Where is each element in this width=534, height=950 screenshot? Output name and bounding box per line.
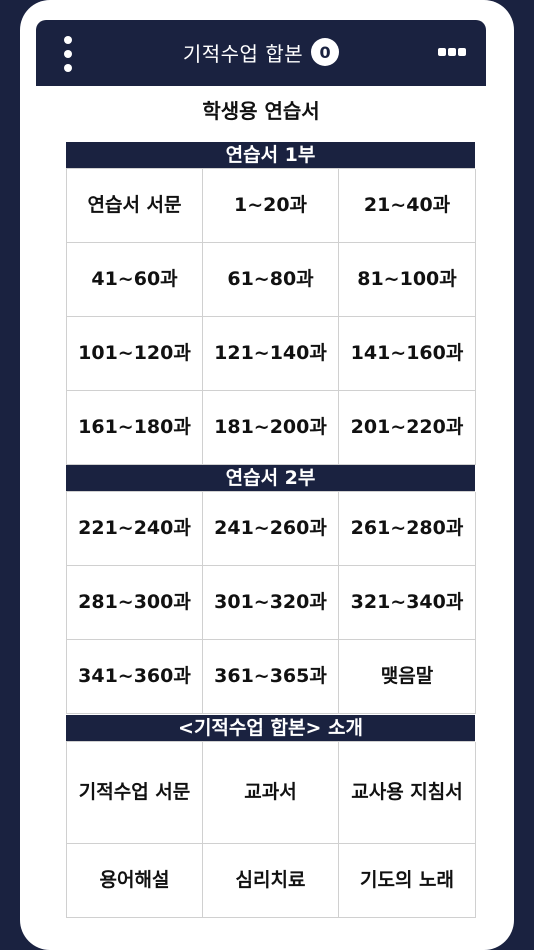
lesson-link[interactable]: 201~220과 [339, 391, 476, 465]
intro-link[interactable]: 기적수업 서문 [67, 742, 203, 844]
section-header-part-2: 연습서 2부 [66, 465, 475, 491]
section-header-part-1: 연습서 1부 [66, 142, 475, 168]
lesson-link[interactable]: 맺음말 [339, 640, 476, 714]
lesson-link[interactable]: 221~240과 [67, 492, 203, 566]
lesson-link[interactable]: 161~180과 [67, 391, 203, 465]
top-bar: 기적수업 합본 0 [36, 20, 486, 86]
intro-link[interactable]: 용어해설 [67, 844, 203, 918]
intro-link[interactable]: 심리치료 [203, 844, 339, 918]
lesson-link[interactable]: 연습서 서문 [67, 169, 203, 243]
lesson-link[interactable]: 281~300과 [67, 566, 203, 640]
lesson-grid-part-2: 221~240과 241~260과 261~280과 281~300과 301~… [66, 491, 476, 714]
lesson-link[interactable]: 81~100과 [339, 243, 476, 317]
lesson-grid-part-1: 연습서 서문 1~20과 21~40과 41~60과 61~80과 81~100… [66, 168, 476, 465]
lesson-link[interactable]: 41~60과 [67, 243, 203, 317]
lesson-link[interactable]: 101~120과 [67, 317, 203, 391]
lesson-link[interactable]: 61~80과 [203, 243, 339, 317]
page-title: 학생용 연습서 [202, 99, 320, 123]
count-badge: 0 [311, 38, 340, 66]
lesson-link[interactable]: 301~320과 [203, 566, 339, 640]
lesson-link[interactable]: 1~20과 [203, 169, 339, 243]
lesson-link[interactable]: 341~360과 [67, 640, 203, 714]
lesson-link[interactable]: 21~40과 [339, 169, 476, 243]
intro-link[interactable]: 교사용 지침서 [339, 742, 476, 844]
lesson-link[interactable]: 241~260과 [203, 492, 339, 566]
lesson-link[interactable]: 261~280과 [339, 492, 476, 566]
section-header-intro: <기적수업 합본> 소개 [66, 715, 475, 741]
title-wrap: 기적수업 합본 0 [36, 20, 486, 84]
lesson-link[interactable]: 361~365과 [203, 640, 339, 714]
intro-link[interactable]: 교과서 [203, 742, 339, 844]
lesson-link[interactable]: 321~340과 [339, 566, 476, 640]
lesson-link[interactable]: 181~200과 [203, 391, 339, 465]
intro-link[interactable]: 기도의 노래 [339, 844, 476, 918]
lesson-link[interactable]: 141~160과 [339, 317, 476, 391]
lesson-link[interactable]: 121~140과 [203, 317, 339, 391]
horizontal-dots-more-icon[interactable] [438, 47, 466, 57]
intro-grid: 기적수업 서문 교과서 교사용 지침서 용어해설 심리치료 기도의 노래 [66, 741, 476, 918]
app-title: 기적수업 합본 [182, 41, 304, 66]
